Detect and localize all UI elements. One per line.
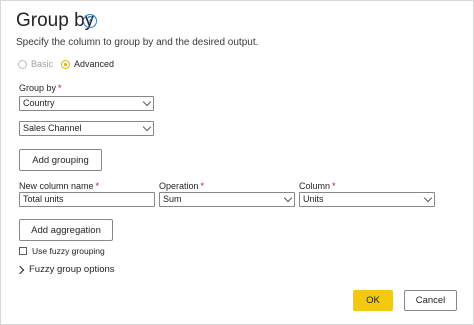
fuzzy-grouping-row[interactable]: Use fuzzy grouping: [19, 246, 105, 256]
cancel-button[interactable]: Cancel: [404, 290, 457, 311]
group-by-select-value: Country: [23, 98, 55, 108]
chevron-down-icon: [141, 122, 153, 135]
operation-label: Operation *: [159, 181, 204, 191]
fuzzy-grouping-label: Use fuzzy grouping: [32, 246, 105, 256]
column-label-text: Column: [299, 181, 331, 191]
add-grouping-button[interactable]: Add grouping: [19, 149, 102, 171]
required-mark: *: [332, 181, 336, 191]
operation-select-value: Sum: [163, 194, 182, 204]
operation-label-text: Operation: [159, 181, 199, 191]
question-circle-icon[interactable]: ?: [83, 14, 97, 28]
ok-button[interactable]: OK: [353, 290, 393, 311]
column-select-value: Units: [303, 194, 324, 204]
required-mark: *: [200, 181, 205, 191]
new-column-name-label-text: New column name: [19, 181, 94, 191]
group-by-select-sales-channel[interactable]: Sales Channel: [19, 121, 154, 136]
add-aggregation-button[interactable]: Add aggregation: [19, 219, 113, 241]
new-column-name-label: New column name *: [19, 181, 99, 191]
group-by-dialog: Group by ? Specify the column to group b…: [0, 0, 474, 325]
advanced-radio[interactable]: [61, 59, 71, 69]
operation-select[interactable]: Sum: [159, 192, 295, 207]
chevron-right-icon: [15, 265, 25, 274]
group-by-label-text: Group by: [19, 83, 57, 93]
column-select[interactable]: Units: [299, 192, 435, 207]
basic-radio[interactable]: [18, 59, 27, 69]
group-by-select-country[interactable]: Country: [19, 96, 154, 111]
dialog-subtitle: Specify the column to group by and the d…: [16, 37, 259, 48]
chevron-down-icon: [282, 193, 294, 206]
mode-radio-group: Basic Advanced: [18, 59, 122, 69]
new-column-name-input[interactable]: Total units: [19, 192, 155, 207]
required-mark: *: [58, 83, 62, 93]
required-mark: *: [95, 181, 100, 191]
advanced-radio-label: Advanced: [74, 59, 115, 69]
chevron-down-icon: [422, 193, 434, 206]
group-by-label: Group by *: [19, 83, 62, 93]
basic-radio-label: Basic: [31, 59, 54, 69]
group-by-select-value: Sales Channel: [23, 123, 82, 133]
fuzzy-grouping-checkbox[interactable]: [19, 247, 27, 255]
fuzzy-group-options-label: Fuzzy group options: [29, 264, 115, 275]
chevron-down-icon: [141, 97, 153, 110]
fuzzy-group-options-expander[interactable]: Fuzzy group options: [15, 264, 115, 275]
column-label: Column *: [299, 181, 336, 191]
